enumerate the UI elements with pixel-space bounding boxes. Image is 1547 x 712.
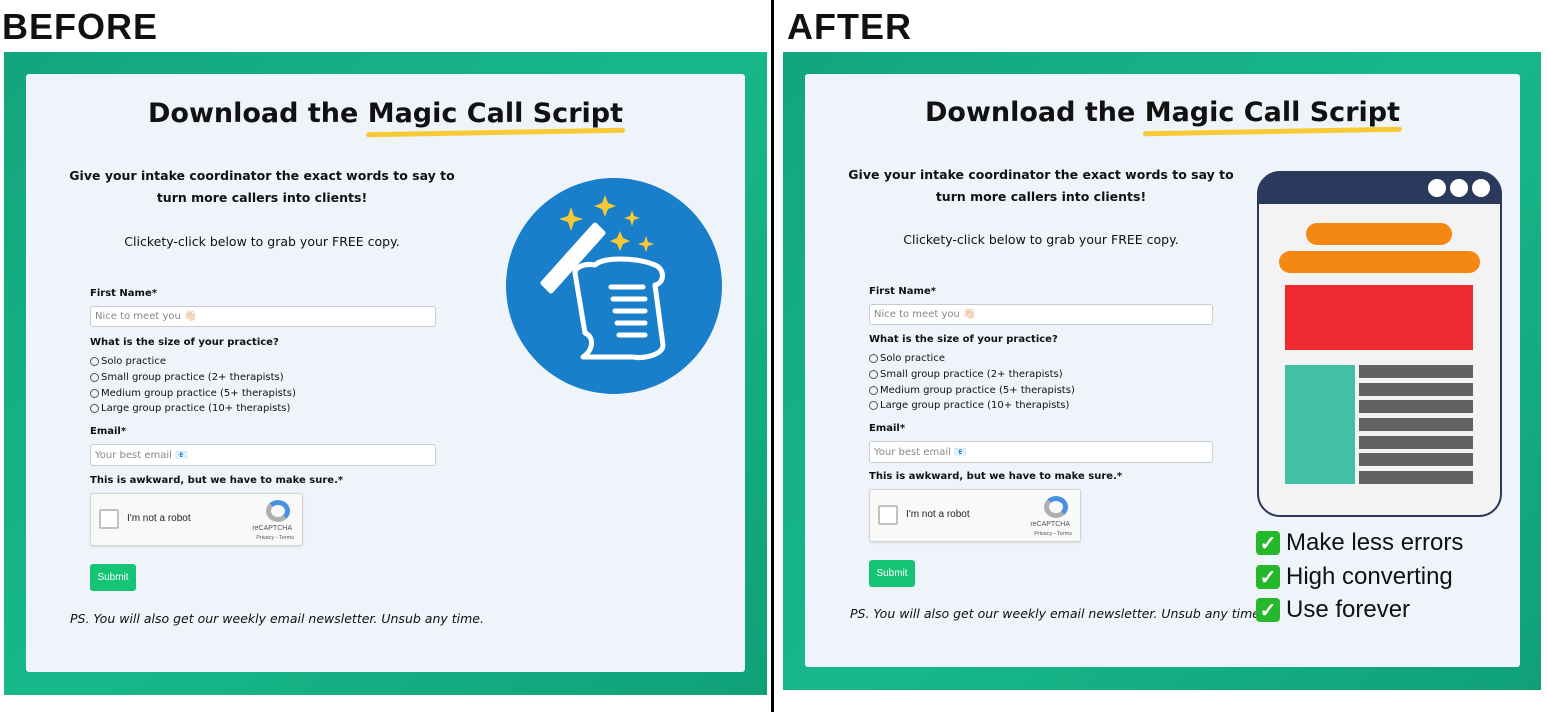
- benefit-item: ✓ Make less errors: [1256, 529, 1463, 557]
- recaptcha-links[interactable]: Privacy - Terms: [256, 535, 294, 541]
- radio-medium[interactable]: Medium group practice (5+ therapists): [869, 385, 1075, 396]
- first-name-input[interactable]: Nice to meet you 👋🏻: [90, 306, 436, 327]
- page-title: Download the Magic Call Script: [924, 97, 1400, 128]
- check-icon: ✓: [1256, 531, 1280, 555]
- after-card: Download the Magic Call Script Give your…: [805, 74, 1520, 667]
- radio-large[interactable]: Large group practice (10+ therapists): [869, 400, 1069, 411]
- recaptcha-text: I'm not a robot: [127, 513, 191, 524]
- first-name-label: First Name*: [90, 288, 157, 299]
- radio-small[interactable]: Small group practice (2+ therapists): [90, 372, 284, 383]
- description: Give your intake coordinator the exact w…: [848, 167, 1234, 204]
- recaptcha-brand: reCAPTCHA: [1030, 521, 1070, 528]
- recaptcha-logo-icon: [266, 500, 290, 522]
- email-label: Email*: [869, 423, 906, 434]
- before-label: BEFORE: [2, 6, 159, 47]
- recaptcha: I'm not a robot reCAPTCHA Privacy - Term…: [869, 489, 1081, 542]
- page-title: Download the Magic Call Script: [147, 98, 623, 129]
- captcha-label: This is awkward, but we have to make sur…: [90, 475, 344, 486]
- recaptcha-logo-icon: [1044, 496, 1068, 518]
- recaptcha-links[interactable]: Privacy - Terms: [1034, 531, 1072, 537]
- submit-button[interactable]: Submit: [90, 564, 136, 591]
- recaptcha-checkbox[interactable]: [878, 505, 898, 525]
- first-name-label: First Name*: [869, 286, 936, 297]
- recaptcha-brand: reCAPTCHA: [252, 525, 292, 532]
- webpage-mockup-icon: [1257, 171, 1502, 517]
- email-input[interactable]: Your best email 📧: [90, 444, 436, 466]
- divider: [771, 0, 774, 712]
- recaptcha-text: I'm not a robot: [906, 509, 970, 520]
- email-label: Email*: [90, 426, 127, 437]
- practice-size-label: What is the size of your practice?: [90, 337, 279, 348]
- ps-note: PS. You will also get our weekly email n…: [850, 606, 1264, 621]
- radio-medium[interactable]: Medium group practice (5+ therapists): [90, 388, 296, 399]
- submit-button[interactable]: Submit: [869, 560, 915, 587]
- check-icon: ✓: [1256, 598, 1280, 622]
- radio-solo[interactable]: Solo practice: [90, 356, 166, 367]
- magic-wand-scroll-icon: [506, 178, 722, 394]
- benefit-item: ✓ Use forever: [1256, 596, 1410, 624]
- cta-text: Clickety-click below to grab your FREE c…: [124, 234, 400, 249]
- after-label: AFTER: [787, 6, 912, 47]
- check-icon: ✓: [1256, 565, 1280, 589]
- first-name-input[interactable]: Nice to meet you 👋🏻: [869, 304, 1213, 325]
- recaptcha: I'm not a robot reCAPTCHA Privacy - Term…: [90, 493, 303, 546]
- benefit-item: ✓ High converting: [1256, 563, 1453, 591]
- ps-note: PS. You will also get our weekly email n…: [70, 611, 484, 626]
- email-input[interactable]: Your best email 📧: [869, 441, 1213, 463]
- before-card: Download the Magic Call Script Give your…: [26, 74, 745, 672]
- practice-size-label: What is the size of your practice?: [869, 334, 1058, 345]
- radio-solo[interactable]: Solo practice: [869, 353, 945, 364]
- radio-large[interactable]: Large group practice (10+ therapists): [90, 403, 290, 414]
- description: Give your intake coordinator the exact w…: [69, 168, 455, 205]
- cta-text: Clickety-click below to grab your FREE c…: [903, 232, 1179, 247]
- radio-small[interactable]: Small group practice (2+ therapists): [869, 369, 1063, 380]
- captcha-label: This is awkward, but we have to make sur…: [869, 471, 1123, 482]
- recaptcha-checkbox[interactable]: [99, 509, 119, 529]
